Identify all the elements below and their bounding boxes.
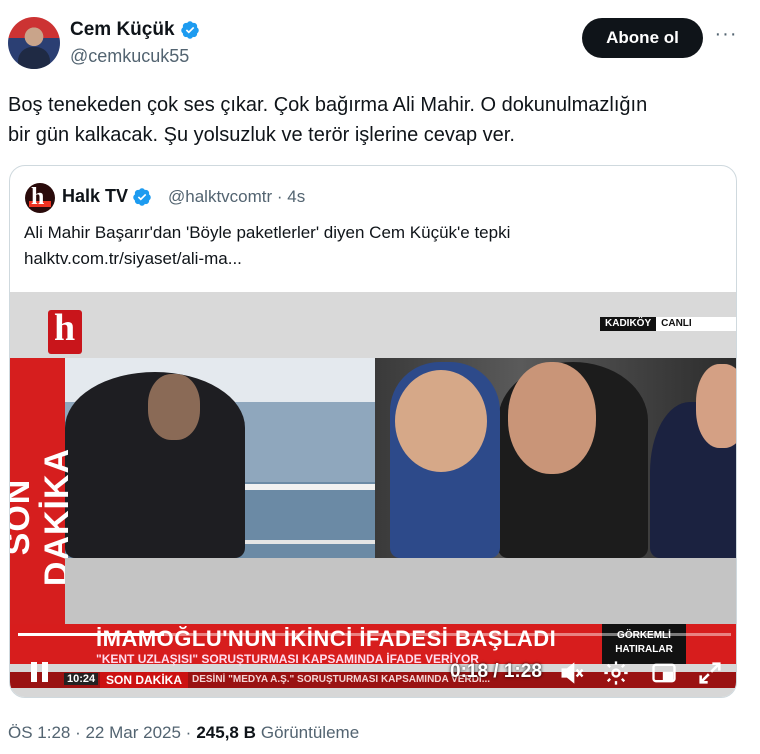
person-right-head <box>696 364 736 448</box>
video-time-display: 0:18 / 1:28 <box>450 661 542 682</box>
author-name-text[interactable]: Cem Küçük <box>70 19 175 41</box>
pause-icon[interactable] <box>28 660 52 684</box>
quoted-author-name-text[interactable]: Halk TV <box>62 186 128 207</box>
video-progress-fill <box>18 633 164 636</box>
video-headline: İMAMOĞLU'NUN İKİNCİ İFADESİ BAŞLADI <box>96 626 557 651</box>
ticker-clock: 10:24 <box>64 673 99 685</box>
person-left-head <box>148 374 200 440</box>
author-name[interactable]: Cem Küçük <box>70 19 200 41</box>
ticker-text: DESİNİ "MEDYA A.Ş." SORUŞTURMASI KAPSAMI… <box>192 674 491 685</box>
tweet-text-line-2: bir gün kalkacak. Şu yolsuzluk ve terör … <box>8 124 515 146</box>
tweet-footer: ÖS 1:28 · 22 Mar 2025 · 245,8 B Görüntül… <box>8 723 359 743</box>
author-avatar[interactable] <box>8 17 60 69</box>
fullscreen-icon[interactable] <box>696 659 724 687</box>
person-center-head <box>508 362 596 474</box>
quoted-avatar[interactable] <box>25 183 55 213</box>
lower-third-area <box>65 558 736 628</box>
verified-badge-icon <box>180 21 199 39</box>
quoted-link[interactable]: halktv.com.tr/siyaset/ali-ma... <box>24 246 724 272</box>
settings-icon[interactable] <box>602 659 630 687</box>
video-player[interactable]: KADIKÖY CANLI SON DAKİKA İMAMOĞLU'NUN İK… <box>10 292 736 697</box>
quoted-time[interactable]: · 4s <box>277 187 305 206</box>
tweet-text-line-1: Boş tenekeden çok ses çıkar. Çok bağırma… <box>8 94 648 116</box>
promo-line-1: GÖRKEMLİ <box>617 630 671 641</box>
quoted-meta: @halktvcomtr · 4s <box>168 187 305 207</box>
video-subline: "KENT UZLAŞISI" SORUŞTURMASI KAPSAMINDA … <box>96 652 479 666</box>
location-tag-text: KADIKÖY <box>600 317 657 331</box>
picture-in-picture-icon[interactable] <box>650 659 678 687</box>
halk-tv-logo <box>48 306 82 354</box>
views-label: Görüntüleme <box>260 723 360 742</box>
tweet-text: Boş tenekeden çok ses çıkar. Çok bağırma… <box>8 90 748 150</box>
quoted-text-headline: Ali Mahir Başarır'dan 'Böyle paketlerler… <box>24 223 511 242</box>
boat-railing <box>240 484 375 544</box>
child-head <box>395 370 487 472</box>
ticker-label: SON DAKİKA <box>100 672 189 688</box>
follow-button[interactable]: Abone ol <box>582 18 703 58</box>
more-options-icon[interactable]: ··· <box>712 24 740 52</box>
promo-box: GÖRKEMLİ HATIRALAR <box>602 624 686 664</box>
quoted-author-name[interactable]: Halk TV <box>62 186 152 207</box>
promo-line-2: HATIRALAR <box>615 644 673 655</box>
side-banner: SON DAKİKA <box>10 358 76 628</box>
live-tag-text: CANLI <box>656 317 736 331</box>
tweet-timestamp[interactable]: ÖS 1:28 · 22 Mar 2025 · <box>8 723 191 743</box>
verified-badge-icon <box>133 187 151 206</box>
quoted-tweet-card[interactable]: Halk TV @halktvcomtr · 4s Ali Mahir Başa… <box>9 165 737 698</box>
mute-icon[interactable] <box>558 659 586 687</box>
quoted-text: Ali Mahir Başarır'dan 'Böyle paketlerler… <box>24 220 724 272</box>
location-tag: KADIKÖY CANLI <box>600 317 736 331</box>
author-handle[interactable]: @cemkucuk55 <box>70 46 189 67</box>
quoted-handle[interactable]: @halktvcomtr <box>168 187 272 206</box>
views-count: 245,8 B <box>196 723 256 742</box>
